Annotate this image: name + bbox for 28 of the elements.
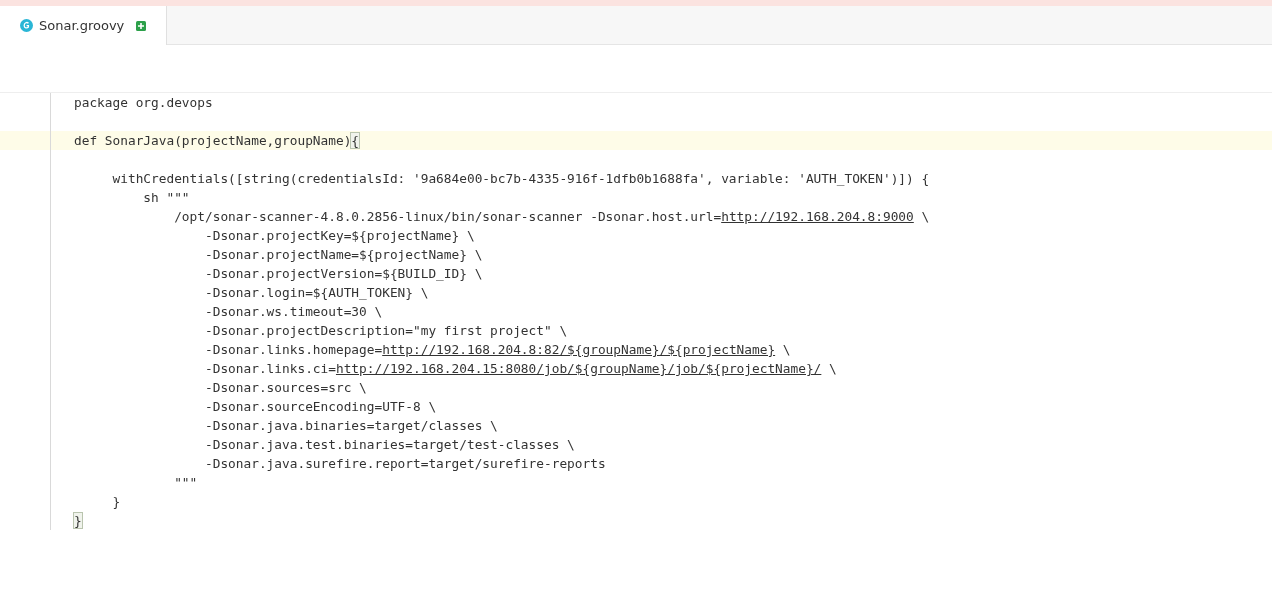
groovy-file-icon — [20, 19, 33, 32]
matched-bracket: } — [74, 513, 82, 528]
code-line: -Dsonar.sourceEncoding=UTF-8 \ — [203, 399, 437, 414]
add-icon[interactable] — [136, 20, 147, 31]
code-line: -Dsonar.projectDescription="my first project" \ — [203, 323, 568, 338]
url-link[interactable]: http://192.168.204.8:9000 — [721, 209, 914, 224]
code-line: -Dsonar.projectVersion=${BUILD_ID} \ — [203, 266, 483, 281]
code-line: sh """ — [142, 190, 190, 205]
code-line: -Dsonar.java.binaries=target/classes \ — [203, 418, 498, 433]
code-line: -Dsonar.projectKey=${projectName} \ — [203, 228, 475, 243]
code-line: -Dsonar.links.homepage=http://192.168.204.8:82/${groupName}/${projectName} \ — [203, 342, 791, 357]
code-line: -Dsonar.java.surefire.report=target/surefire-reports — [203, 456, 606, 471]
code-line: } — [111, 494, 121, 509]
code-line: package org.devops — [73, 95, 213, 110]
code-line: -Dsonar.login=${AUTH_TOKEN} \ — [203, 285, 429, 300]
code-line: -Dsonar.java.test.binaries=target/test-classes \ — [203, 437, 575, 452]
code-line: withCredentials([string(credentialsId: '9a684e00-bc7b-4335-916f-1dfb0b1688fa', variable: 'AUTH_TOKEN')]) { — [111, 171, 930, 186]
code-line: -Dsonar.links.ci=http://192.168.204.15:8080/job/${groupName}/job/${projectName}/ \ — [203, 361, 837, 376]
file-tab[interactable]: Sonar.groovy — [0, 6, 168, 45]
matched-bracket: { — [351, 133, 360, 148]
code-line: /opt/sonar-scanner-4.8.0.2856-linux/bin/sonar-scanner -Dsonar.host.url=http://192.168.204.8:9000 \ — [173, 209, 930, 224]
code-line: """ — [173, 475, 198, 490]
url-link[interactable]: http://192.168.204.15:8080/job/${groupName}/job/${projectName}/ — [335, 361, 822, 376]
code-line: -Dsonar.sources=src \ — [203, 380, 367, 395]
code-line: def SonarJava(projectName,groupName){ — [73, 133, 360, 148]
url-link[interactable]: http://192.168.204.8:82/${groupName}/${projectName} — [382, 342, 776, 357]
code-line: -Dsonar.ws.timeout=30 \ — [203, 304, 383, 319]
code-line: -Dsonar.projectName=${projectName} \ — [203, 247, 483, 262]
